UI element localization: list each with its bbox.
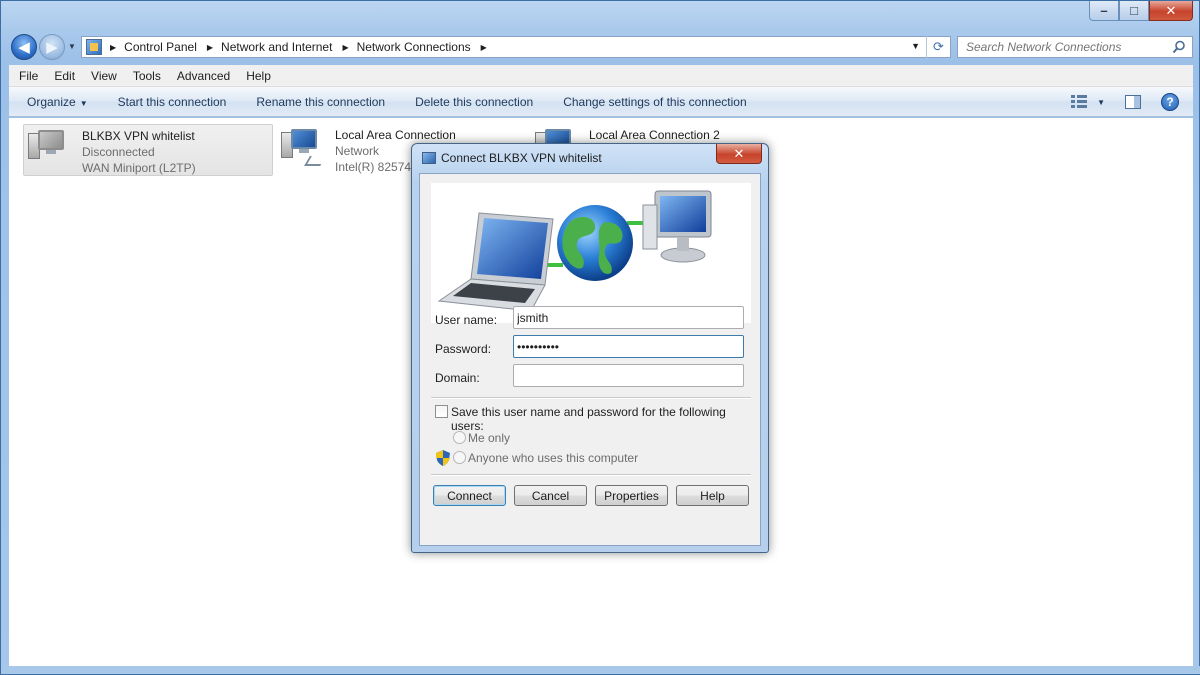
connect-button[interactable]: Connect bbox=[433, 485, 506, 506]
properties-button[interactable]: Properties bbox=[595, 485, 668, 506]
caption-buttons: – □ ✕ bbox=[1089, 1, 1193, 21]
connection-status: Disconnected bbox=[82, 145, 155, 159]
laptop-globe-monitor-illustration bbox=[437, 190, 712, 312]
close-window-button[interactable]: ✕ bbox=[1149, 1, 1193, 21]
change-view-icon[interactable] bbox=[1071, 95, 1088, 109]
organize-button[interactable]: Organize ▼ bbox=[9, 95, 103, 109]
back-button[interactable]: ◀ bbox=[11, 34, 37, 60]
rename-connection-button[interactable]: Rename this connection bbox=[241, 95, 400, 109]
save-credentials-checkbox[interactable] bbox=[435, 405, 448, 418]
recent-pages-dropdown[interactable]: ▼ bbox=[68, 42, 76, 51]
connection-banner-illustration bbox=[431, 183, 751, 323]
menu-file[interactable]: File bbox=[11, 69, 46, 83]
cancel-button[interactable]: Cancel bbox=[514, 485, 587, 506]
delete-connection-button[interactable]: Delete this connection bbox=[400, 95, 548, 109]
menu-view[interactable]: View bbox=[83, 69, 125, 83]
help-button[interactable]: Help bbox=[676, 485, 749, 506]
radio-anyone[interactable] bbox=[453, 451, 466, 464]
menu-advanced[interactable]: Advanced bbox=[169, 69, 238, 83]
uac-shield-icon bbox=[436, 450, 450, 466]
connection-name: BLKBX VPN whitelist bbox=[82, 129, 195, 143]
breadcrumb-control-panel[interactable]: Control Panel bbox=[124, 40, 197, 54]
command-bar: Organize ▼ Start this connection Rename t… bbox=[9, 87, 1193, 117]
start-connection-button[interactable]: Start this connection bbox=[103, 95, 242, 109]
dialog-title: Connect BLKBX VPN whitelist bbox=[441, 151, 602, 165]
domain-label: Domain: bbox=[435, 371, 480, 385]
dialog-body: User name: Password: Domain: Save this u… bbox=[419, 173, 761, 546]
radio-me-only-label: Me only bbox=[468, 431, 511, 445]
connection-name: Local Area Connection bbox=[335, 128, 456, 142]
domain-field[interactable] bbox=[513, 364, 744, 387]
breadcrumb-separator[interactable]: ▶ bbox=[110, 43, 116, 52]
search-input[interactable] bbox=[966, 40, 1166, 54]
minimize-button[interactable]: – bbox=[1089, 1, 1119, 21]
menu-bar: File Edit View Tools Advanced Help bbox=[9, 65, 1193, 87]
maximize-button[interactable]: □ bbox=[1119, 1, 1149, 21]
divider bbox=[431, 474, 751, 476]
network-connection-icon bbox=[281, 126, 329, 172]
breadcrumb-network-and-internet[interactable]: Network and Internet bbox=[221, 40, 332, 54]
window-bottom-border bbox=[1, 666, 1200, 674]
address-history-dropdown[interactable]: ▼ bbox=[911, 41, 920, 51]
connect-vpn-dialog: Connect BLKBX VPN whitelist ✕ User name:… bbox=[411, 143, 769, 553]
search-box[interactable] bbox=[957, 36, 1193, 58]
forward-button[interactable]: ▶ bbox=[39, 34, 65, 60]
menu-help[interactable]: Help bbox=[238, 69, 279, 83]
divider bbox=[431, 397, 751, 399]
breadcrumb-separator[interactable]: ▶ bbox=[342, 43, 348, 52]
username-label: User name: bbox=[435, 313, 498, 327]
chevron-down-icon: ▼ bbox=[79, 98, 88, 108]
dialog-close-button[interactable]: ✕ bbox=[716, 144, 762, 164]
menu-tools[interactable]: Tools bbox=[125, 69, 169, 83]
connection-name: Local Area Connection 2 bbox=[589, 128, 720, 142]
breadcrumb-separator[interactable]: ▶ bbox=[481, 43, 487, 52]
password-label: Password: bbox=[435, 342, 492, 356]
help-icon[interactable]: ? bbox=[1161, 93, 1179, 111]
vpn-connection-icon bbox=[28, 127, 76, 173]
breadcrumb-network-connections[interactable]: Network Connections bbox=[357, 40, 471, 54]
refresh-button[interactable]: ⟳ bbox=[926, 36, 950, 58]
view-options-dropdown[interactable]: ▼ bbox=[1097, 98, 1105, 107]
username-field[interactable] bbox=[513, 306, 744, 329]
password-field[interactable] bbox=[513, 335, 744, 358]
organize-label: Organize bbox=[27, 94, 76, 109]
connection-device: WAN Miniport (L2TP) bbox=[82, 161, 196, 175]
control-panel-icon bbox=[86, 39, 102, 55]
menu-edit[interactable]: Edit bbox=[46, 69, 83, 83]
preview-pane-icon[interactable] bbox=[1125, 95, 1141, 109]
radio-me-only[interactable] bbox=[453, 431, 466, 444]
vpn-dialog-icon bbox=[422, 152, 436, 164]
save-credentials-label: Save this user name and password for the… bbox=[451, 405, 726, 433]
search-icon[interactable] bbox=[1172, 40, 1186, 54]
change-settings-button[interactable]: Change settings of this connection bbox=[548, 95, 761, 109]
command-bar-tools: ▼ ? bbox=[1071, 87, 1193, 117]
connection-item-blkbx-vpn[interactable]: BLKBX VPN whitelist Disconnected WAN Min… bbox=[23, 124, 273, 176]
address-bar[interactable]: ▶ Control Panel ▶ Network and Internet ▶… bbox=[81, 36, 951, 58]
radio-anyone-label: Anyone who uses this computer bbox=[468, 451, 639, 465]
navigation-bar: ◀ ▶ ▼ ▶ Control Panel ▶ Network and Inte… bbox=[9, 33, 1193, 61]
breadcrumb-separator[interactable]: ▶ bbox=[207, 43, 213, 52]
